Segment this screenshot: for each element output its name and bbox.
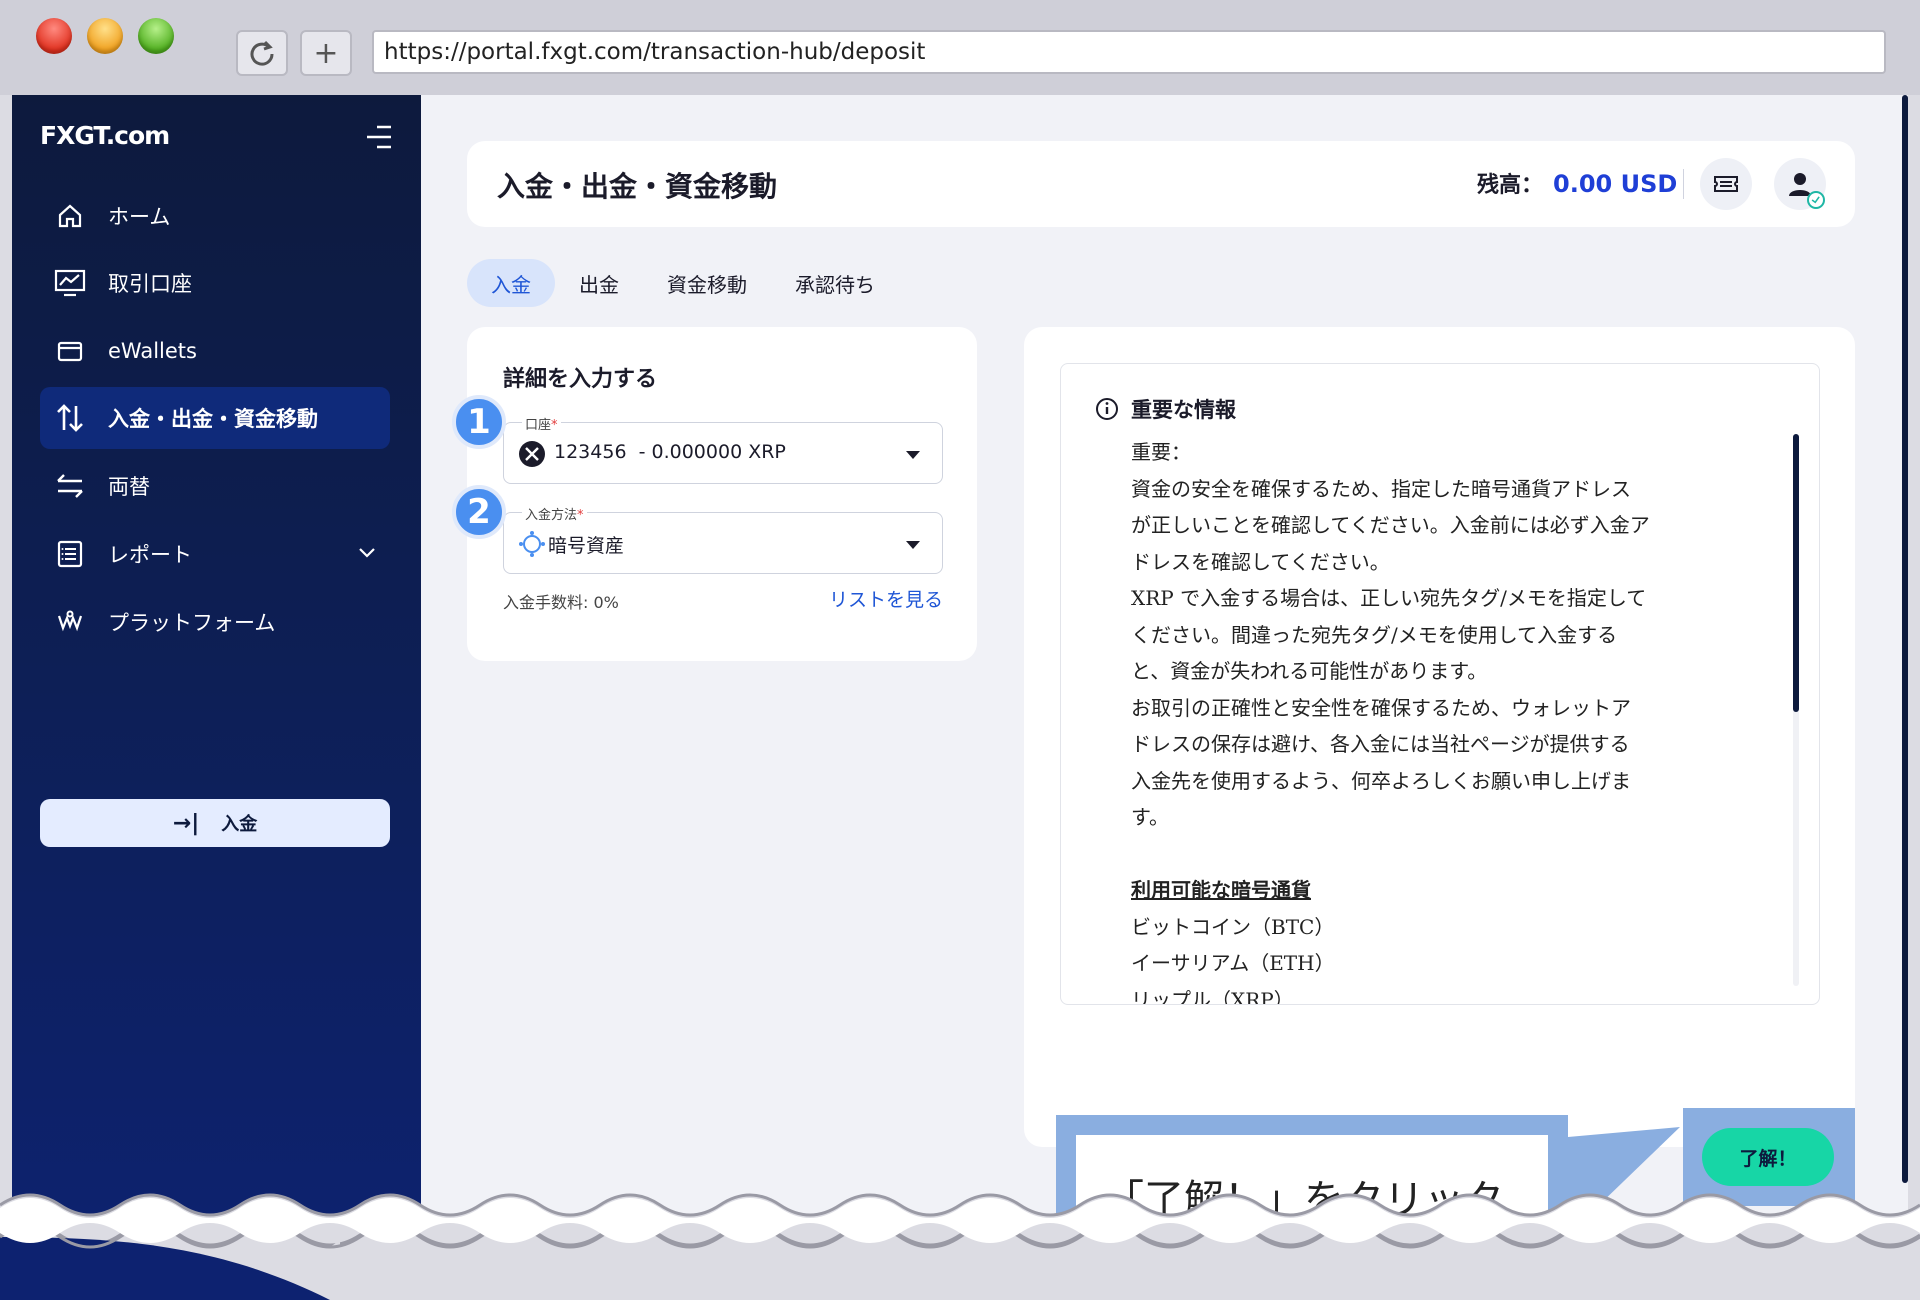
reload-button[interactable] <box>236 30 288 76</box>
info-scroll-box[interactable]: 重要な情報 重要： 資金の安全を確保するため、指定した暗号通貨アドレス が正しい… <box>1060 363 1820 1005</box>
currency-item: イーサリアム（ETH） <box>1131 951 1335 975</box>
address-bar[interactable]: https://portal.fxgt.com/transaction-hub/… <box>372 30 1886 74</box>
ticket-icon <box>1714 176 1738 192</box>
sidebar-item-platforms[interactable]: プラットフォーム <box>40 591 390 653</box>
tab-transfer[interactable]: 資金移動 <box>643 259 771 307</box>
sidebar-item-label: レポート <box>108 543 192 567</box>
sidebar-item-trading-accounts[interactable]: 取引口座 <box>40 252 390 314</box>
sidebar-item-transactions[interactable]: 入金・出金・資金移動 <box>40 387 390 449</box>
info-line: す。 <box>1131 805 1169 829</box>
info-line: ドレスを確認してください。 <box>1131 549 1390 574</box>
transfer-arrows-icon <box>54 402 86 434</box>
sidebar-item-label: 入金・出金・資金移動 <box>108 407 318 431</box>
platform-icon <box>54 606 86 638</box>
balance-label: 残高： <box>1477 173 1544 198</box>
fxgt-logo[interactable]: FXGT.com <box>40 121 170 150</box>
page-title: 入金・出金・資金移動 <box>497 170 778 203</box>
sidebar-item-label: eWallets <box>108 339 197 363</box>
view-list-link[interactable]: リストを見る <box>829 585 943 612</box>
sidebar-item-exchange[interactable]: 両替 <box>40 455 390 517</box>
page-scrollbar[interactable] <box>1902 95 1908 1183</box>
info-line: ドレスの保存は避け、各入金には当社ページが提供する <box>1131 732 1630 756</box>
method-label: 入金方法* <box>522 504 587 523</box>
verified-check-icon <box>1807 191 1825 209</box>
page: FXGT.com ホーム 取引口座 eWallets 入金・出金・資金移動 両替 <box>12 95 1908 1265</box>
header-divider <box>1683 169 1684 199</box>
account-value: 123456 - 0.000000 XRP <box>554 441 786 463</box>
tab-pending[interactable]: 承認待ち <box>771 259 899 307</box>
home-icon <box>54 200 86 232</box>
menu-toggle-icon[interactable] <box>365 123 393 151</box>
balance: 残高： 0.00 USD <box>1477 167 1677 199</box>
info-icon <box>1096 398 1118 420</box>
info-line: 入金先を使用するよう、何卒よろしくお願い申し上げま <box>1131 768 1631 793</box>
header-card: 入金・出金・資金移動 残高： 0.00 USD <box>467 141 1855 227</box>
report-icon <box>54 538 86 570</box>
plus-icon: + <box>313 35 339 71</box>
info-line: お取引の正確性と安全性を確保するため、ウォレットア <box>1131 695 1631 720</box>
info-body: 重要： 資金の安全を確保するため、指定した暗号通貨アドレス が正しいことを確認し… <box>1131 434 1751 1005</box>
method-value: 暗号資産 <box>548 535 625 557</box>
transaction-tabs: 入金 出金 資金移動 承認待ち <box>467 259 899 307</box>
sidebar-item-reports[interactable]: レポート <box>40 523 390 585</box>
account-label: 口座* <box>522 414 561 433</box>
deposit-button-label: 入金 <box>221 814 258 835</box>
deposit-fee: 入金手数料: 0% <box>503 593 619 612</box>
crypto-network-icon <box>519 531 545 557</box>
currency-item: ビットコイン（BTC） <box>1131 914 1335 939</box>
info-line: と、資金が失われる可能性があります。 <box>1131 659 1488 683</box>
info-line: 重要： <box>1131 440 1191 464</box>
reload-icon <box>250 40 274 66</box>
balance-value: 0.00 USD <box>1553 170 1678 198</box>
window-close-button[interactable] <box>36 18 72 54</box>
step-badge-2: 2 <box>452 485 506 539</box>
window-minimize-button[interactable] <box>87 18 123 54</box>
info-line: XRP で入金する場合は、正しい宛先タグ/メモを指定して <box>1131 586 1647 610</box>
info-spacer <box>1131 836 1751 873</box>
tab-deposit[interactable]: 入金 <box>467 259 555 307</box>
deposit-form-card: 詳細を入力する 口座* 123456 - 0.000000 XRP 入金方法* … <box>467 327 977 661</box>
exchange-icon <box>54 470 86 502</box>
important-info-card: 重要な情報 重要： 資金の安全を確保するため、指定した暗号通貨アドレス が正しい… <box>1024 327 1855 1147</box>
xrp-icon <box>519 441 545 467</box>
window-maximize-button[interactable] <box>138 18 174 54</box>
deposit-method-select[interactable]: 入金方法* 暗号資産 <box>503 504 943 574</box>
sidebar-item-label: 両替 <box>108 475 150 499</box>
info-line: 資金の安全を確保するため、指定した暗号通貨アドレス <box>1131 476 1631 501</box>
account-select[interactable]: 口座* 123456 - 0.000000 XRP <box>503 414 943 484</box>
ticket-button[interactable] <box>1700 158 1752 210</box>
step-badge-1: 1 <box>452 395 506 449</box>
info-line: ください。間違った宛先タグ/メモを使用して入金する <box>1131 622 1618 647</box>
caret-down-icon <box>906 451 920 459</box>
tab-withdrawal[interactable]: 出金 <box>555 259 643 307</box>
info-line: が正しいことを確認してください。入金前には必ず入金ア <box>1131 513 1650 537</box>
currency-item: リップル（XRP） <box>1131 987 1294 1005</box>
sidebar-item-home[interactable]: ホーム <box>40 185 390 247</box>
wallet-icon <box>54 335 86 367</box>
torn-edge-decoration <box>0 1193 1920 1300</box>
info-heading: 重要な情報 <box>1095 394 1236 424</box>
url-text: https://portal.fxgt.com/transaction-hub/… <box>384 39 926 65</box>
sidebar-item-ewallets[interactable]: eWallets <box>40 320 390 382</box>
arrow-right-bar-icon: →| <box>172 810 200 836</box>
sidebar-deposit-button[interactable]: →| 入金 <box>40 799 390 847</box>
new-tab-button[interactable]: + <box>300 30 352 76</box>
form-title: 詳細を入力する <box>503 367 658 392</box>
chart-monitor-icon <box>54 267 86 299</box>
currencies-title: 利用可能な暗号通貨 <box>1131 878 1311 902</box>
chevron-down-icon[interactable] <box>356 541 378 563</box>
caret-down-icon <box>906 541 920 549</box>
sidebar-item-label: 取引口座 <box>108 272 192 296</box>
browser-chrome: + https://portal.fxgt.com/transaction-hu… <box>0 0 1920 95</box>
sidebar: FXGT.com ホーム 取引口座 eWallets 入金・出金・資金移動 両替 <box>12 95 421 1265</box>
scrollbar-thumb[interactable] <box>1793 434 1799 712</box>
sidebar-item-label: ホーム <box>108 205 171 229</box>
sidebar-item-label: プラットフォーム <box>108 611 276 635</box>
